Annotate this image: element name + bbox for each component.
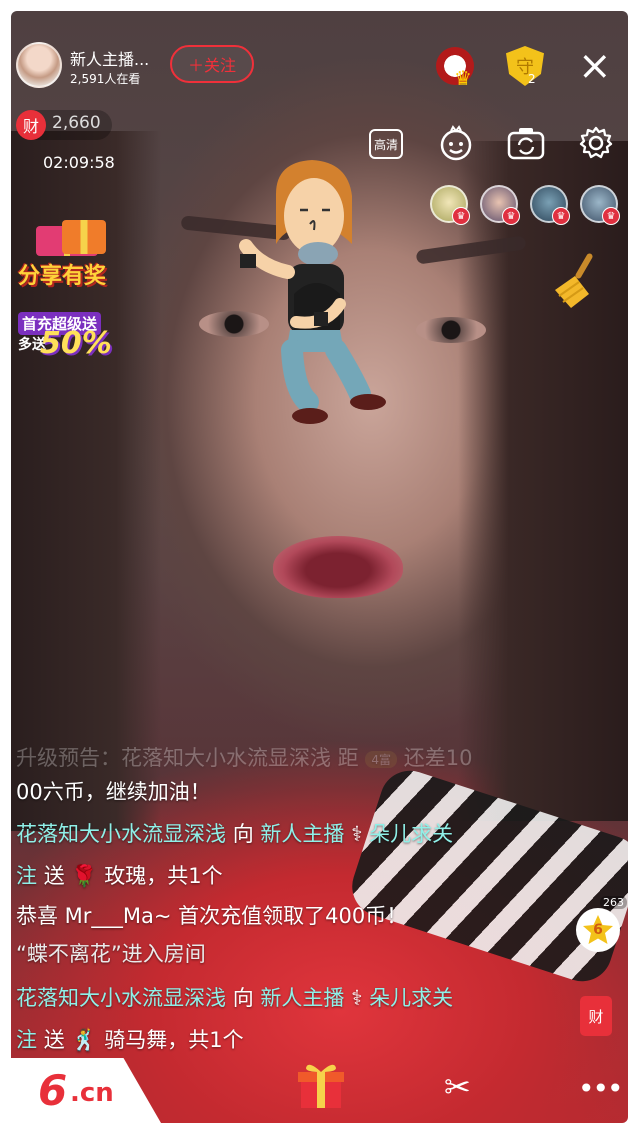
rose-icon: 🌹 <box>71 864 98 888</box>
switch-camera-icon[interactable] <box>506 123 546 163</box>
chat-text: 送 <box>43 1028 65 1052</box>
chat-nickname[interactable]: 朵儿求关 <box>369 986 453 1010</box>
share-gift-icon-2 <box>62 220 106 254</box>
chat-text: 还差10 <box>403 746 473 770</box>
fan-rank-icon: ♛ <box>452 207 470 225</box>
chat-text: “蝶不离花”进入房间 <box>16 942 206 966</box>
live-timer: 02:09:58 <box>43 153 115 172</box>
gift-box-icon[interactable] <box>296 1060 346 1110</box>
wealth-icon: 财 <box>16 110 46 140</box>
fan-rank-icon: ♛ <box>602 207 620 225</box>
chat-line: 恭喜 Mr___Ma~ 首次充值领取了400币！ <box>16 900 576 930</box>
fan-rank-icon: ♛ <box>502 207 520 225</box>
viewer-count: 2,591人在看 <box>70 72 141 86</box>
chat-line: 注 送 🕺 骑马舞，共1个 <box>16 1024 576 1054</box>
star-level-button[interactable]: 6 <box>576 908 620 952</box>
dancing-cartoon-sticker <box>239 160 386 424</box>
follow-button[interactable]: ＋关注 <box>170 45 254 83</box>
chat-line: 升级预告：花落知大小水流显深浅 距 4富 还差10 <box>16 742 576 772</box>
chat-line: “蝶不离花”进入房间 <box>16 938 576 968</box>
more-options-button[interactable]: ••• <box>578 1072 624 1105</box>
share-reward-button[interactable]: 分享有奖 <box>18 258 106 290</box>
chat-nickname[interactable]: 注 <box>16 864 37 888</box>
chat-line: 花落知大小水流显深浅 向 新人主播 ⚕ 朵儿求关 <box>16 982 576 1012</box>
video-lips <box>273 536 403 598</box>
chat-nickname[interactable]: 花落知大小水流显深浅 <box>16 822 226 846</box>
chat-nickname[interactable]: 花落知大小水流显深浅 <box>16 986 226 1010</box>
caduceus-icon: ⚕ <box>351 986 363 1010</box>
chat-line: 00六币，继续加油！ <box>16 776 576 806</box>
face-effect-icon[interactable] <box>436 123 476 163</box>
chat-nickname[interactable]: 新人主播 <box>260 986 344 1010</box>
star-level: 6 <box>593 922 603 938</box>
wealth-value: 2,660 <box>52 113 101 133</box>
chat-nickname[interactable]: 朵儿求关 <box>369 822 453 846</box>
chat-text: 00六币，继续加油！ <box>16 780 211 804</box>
chat-nickname[interactable]: 注 <box>16 1028 37 1052</box>
chat-text: 向 <box>232 986 254 1010</box>
chat-line: 花落知大小水流显深浅 向 新人主播 ⚕ 朵儿求关 <box>16 818 576 848</box>
chat-text: 玫瑰，共1个 <box>104 864 223 888</box>
clear-screen-broom-icon[interactable] <box>545 250 607 312</box>
settings-gear-icon[interactable] <box>576 123 616 163</box>
video-eye-right <box>416 317 486 343</box>
avatar[interactable] <box>16 42 62 88</box>
live-room: 新人主播... 2,591人在看 ＋关注 ♛ 守 2 × 财 2,660 02:… <box>0 0 639 1134</box>
clip-scissors-icon[interactable]: ✂ <box>444 1068 471 1106</box>
caduceus-icon: ⚕ <box>351 822 363 846</box>
brand-logo: 6 <box>38 1066 68 1115</box>
chat-text: 送 <box>43 864 65 888</box>
chat-text: 向 <box>232 822 254 846</box>
host-name[interactable]: 新人主播... <box>70 46 149 70</box>
chat-text: 升级预告：花落知大小水流显深浅 距 <box>16 746 359 770</box>
guard-count: 2 <box>528 72 536 86</box>
brand-logo-domain: .cn <box>70 1078 114 1108</box>
wealth-red-packet-button[interactable]: 财 <box>580 996 612 1036</box>
star-count: 263 <box>600 896 627 909</box>
chat-text: 骑马舞，共1个 <box>104 1028 244 1052</box>
chat-nickname[interactable]: 新人主播 <box>260 822 344 846</box>
chat-text: 恭喜 Mr___Ma~ 首次充值领取了400币！ <box>16 904 408 928</box>
crown-icon: ♛ <box>454 66 472 90</box>
close-button[interactable]: × <box>578 46 612 86</box>
fan-rank-icon: ♛ <box>552 207 570 225</box>
horse-dance-icon: 🕺 <box>71 1028 98 1052</box>
chat-line: 注 送 🌹 玫瑰，共1个 <box>16 860 576 890</box>
level-badge: 4富 <box>365 750 398 768</box>
first-recharge-percent: 50% <box>40 326 112 361</box>
